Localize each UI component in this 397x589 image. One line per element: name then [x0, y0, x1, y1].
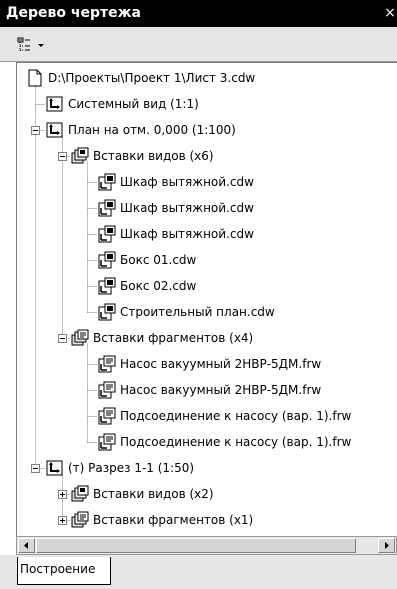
- drawing-insert-icon: [98, 173, 116, 191]
- drawing-insert-icon: [98, 277, 116, 295]
- drawing-insert-icon: [98, 303, 116, 321]
- view-inserts-icon: [71, 147, 89, 165]
- scroll-left-button[interactable]: [18, 538, 35, 553]
- fragment-inserts-icon: [71, 329, 89, 347]
- tree-item-label[interactable]: Вставки фрагментов (x1): [93, 511, 253, 529]
- tree-item-label[interactable]: D:\Проекты\Проект 1\Лист 3.cdw: [48, 69, 255, 87]
- fragment-insert-icon: [98, 433, 116, 451]
- collapse-minus-icon[interactable]: [31, 126, 40, 135]
- tree-item-label[interactable]: Шкаф вытяжной.cdw: [120, 173, 254, 191]
- expand-plus-icon[interactable]: [58, 490, 67, 499]
- scroll-thumb[interactable]: [36, 538, 356, 553]
- view-inserts-icon: [71, 485, 89, 503]
- drawing-insert-icon: [98, 199, 116, 217]
- tab-construction[interactable]: Построение: [17, 557, 111, 585]
- view-icon: [46, 121, 64, 139]
- collapse-minus-icon[interactable]: [31, 464, 40, 473]
- chevron-down-icon: [38, 44, 44, 47]
- arrow-right-icon: [385, 542, 389, 549]
- fragment-insert-icon: [98, 381, 116, 399]
- toolbar: [0, 27, 397, 62]
- tree-item-label[interactable]: Вставки видов (x6): [93, 147, 214, 165]
- expand-plus-icon[interactable]: [58, 516, 67, 525]
- view-icon: [46, 459, 64, 477]
- tree-item-label[interactable]: Вставки фрагментов (x4): [93, 329, 253, 347]
- tree-view[interactable]: D:\Проекты\Проект 1\Лист 3.cdw Системный …: [16, 62, 397, 536]
- tab-strip: Построение: [0, 555, 397, 589]
- scroll-right-button[interactable]: [378, 538, 395, 553]
- tree-item-label[interactable]: Шкаф вытяжной.cdw: [120, 199, 254, 217]
- tree-view-icon: [17, 37, 44, 51]
- tree-item-label[interactable]: Шкаф вытяжной.cdw: [120, 225, 254, 243]
- tree-item-label[interactable]: Строительный план.cdw: [120, 303, 275, 321]
- tree-item-label[interactable]: Вставки видов (x2): [93, 485, 214, 503]
- title-bar: Дерево чертежа ×: [0, 0, 397, 27]
- arrow-left-icon: [24, 542, 28, 549]
- fragment-insert-icon: [98, 407, 116, 425]
- tree-canvas: D:\Проекты\Проект 1\Лист 3.cdw Системный …: [17, 63, 397, 536]
- document-icon: [26, 69, 44, 87]
- tree-item-label[interactable]: Бокс 02.cdw: [120, 277, 196, 295]
- drawing-insert-icon: [98, 225, 116, 243]
- tree-item-label[interactable]: Насос вакуумный 2НВР-5ДМ.frw: [120, 381, 321, 399]
- fragment-inserts-icon: [71, 511, 89, 529]
- fragment-insert-icon: [98, 355, 116, 373]
- tree-item-label[interactable]: Насос вакуумный 2НВР-5ДМ.frw: [120, 355, 321, 373]
- tree-item-label[interactable]: Бокс 01.cdw: [120, 251, 196, 269]
- collapse-minus-icon[interactable]: [58, 152, 67, 161]
- tree-item-label[interactable]: План на отм. 0,000 (1:100): [68, 121, 236, 139]
- drawing-tree-panel: Дерево чертежа × D:\Проекты\Проект 1\Лис…: [0, 0, 397, 589]
- tree-item-label[interactable]: Системный вид (1:1): [68, 95, 199, 113]
- window-title: Дерево чертежа: [6, 5, 141, 21]
- view-icon: [46, 95, 64, 113]
- drawing-insert-icon: [98, 251, 116, 269]
- tree-item-label[interactable]: Подсоединение к насосу (вар. 1).frw: [120, 407, 351, 425]
- horizontal-scrollbar[interactable]: [16, 536, 397, 555]
- close-icon[interactable]: ×: [383, 0, 397, 27]
- collapse-minus-icon[interactable]: [58, 334, 67, 343]
- tree-view-button[interactable]: [16, 35, 46, 55]
- tree-item-label[interactable]: Подсоединение к насосу (вар. 1).frw: [120, 433, 351, 451]
- tree-item-label[interactable]: (т) Разрез 1-1 (1:50): [68, 459, 194, 477]
